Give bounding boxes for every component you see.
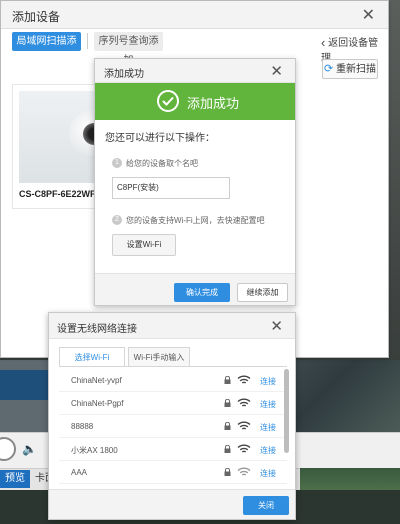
speaker-icon[interactable]: 🔈: [22, 442, 37, 456]
device-name: CS-C8PF-6E22WF: [19, 189, 96, 199]
tab-manual-wifi[interactable]: Wi-Fi手动输入: [128, 347, 190, 367]
step-1-badge: 1: [112, 158, 122, 168]
connect-link[interactable]: 连接: [260, 376, 276, 387]
connect-link[interactable]: 连接: [260, 468, 276, 479]
wifi-ssid: 小米AX 1800: [71, 446, 118, 455]
list-item: ChinaNet-yvpf 连接: [59, 369, 287, 392]
step-1-text: 给您的设备取个名吧: [126, 159, 198, 168]
device-name-input[interactable]: C8PF(安装): [112, 177, 230, 199]
list-item: AAA 连接: [59, 461, 287, 484]
step-2-text: 您的设备支持Wi-Fi上网，去快速配置吧: [126, 216, 265, 225]
lock-icon: [224, 468, 231, 476]
tab-divider: [87, 33, 88, 49]
step-2-badge: 2: [112, 215, 122, 225]
list-item: ChinaNet-Pgpf 连接: [59, 392, 287, 415]
close-icon[interactable]: ✕: [362, 5, 375, 25]
wifi-setup-dialog: 设置无线网络连接 ✕ 选择Wi-Fi Wi-Fi手动输入 ChinaNet-yv…: [48, 312, 296, 520]
close-icon[interactable]: ✕: [270, 317, 283, 335]
check-circle-icon: [157, 90, 179, 112]
wifi-ssid: ChinaNet-yvpf: [71, 376, 122, 385]
device-card[interactable]: CS-C8PF-6E22WF: [12, 84, 119, 209]
dialog-title: 添加成功: [104, 69, 144, 80]
lock-icon: [224, 445, 231, 453]
success-banner: 添加成功: [95, 83, 295, 120]
device-image: [19, 91, 119, 183]
add-success-dialog: 添加成功 ✕ 添加成功 您还可以进行以下操作： 1 给您的设备取个名吧 C8PF…: [94, 58, 296, 306]
wifi-ssid: 88888: [71, 422, 94, 431]
video-thumbnail-overlay: [0, 370, 48, 400]
wifi-signal-icon: [237, 444, 251, 453]
dialog-titlebar: 添加成功 ✕: [95, 59, 295, 83]
wifi-network-list: ChinaNet-yvpf 连接 ChinaNet-Pgpf 连接 88888 …: [59, 369, 287, 485]
tab-lan-scan[interactable]: 局域网扫描添加: [12, 32, 81, 66]
background-tab-preview[interactable]: 预览: [0, 470, 30, 488]
set-wifi-button[interactable]: 设置Wi-Fi: [112, 234, 176, 256]
wifi-ssid: AAA: [71, 468, 88, 477]
wifi-signal-icon: [237, 398, 251, 407]
dialog-titlebar: 设置无线网络连接 ✕: [49, 313, 295, 339]
rescan-button[interactable]: ⟳ 重新扫描: [322, 59, 378, 79]
chevron-left-icon: ‹: [321, 35, 326, 50]
connect-link[interactable]: 连接: [260, 422, 276, 433]
refresh-icon: ⟳: [324, 63, 334, 75]
list-scrollbar[interactable]: [284, 369, 289, 453]
dialog-title: 添加设备: [12, 10, 61, 24]
list-item: 小米AX 1800 连接: [59, 438, 287, 461]
close-button[interactable]: 关闭: [243, 496, 289, 515]
lock-icon: [224, 422, 231, 430]
dialog-titlebar: 添加设备 ✕: [1, 1, 388, 29]
next-steps-hint: 您还可以进行以下操作：: [105, 133, 215, 144]
rescan-label: 重新扫描: [336, 64, 376, 75]
connect-link[interactable]: 连接: [260, 399, 276, 410]
close-icon[interactable]: ✕: [270, 62, 283, 80]
wifi-ssid: ChinaNet-Pgpf: [71, 399, 124, 408]
lock-icon: [224, 376, 231, 384]
lock-icon: [224, 399, 231, 407]
continue-add-button[interactable]: 继续添加: [237, 283, 288, 302]
list-item: 88888 连接: [59, 415, 287, 438]
tab-underline: [59, 366, 287, 367]
wifi-signal-icon: [237, 421, 251, 430]
tab-serial-query[interactable]: 序列号查询添加: [94, 32, 163, 66]
success-message: 添加成功: [187, 96, 240, 111]
wifi-signal-icon: [237, 375, 251, 384]
dialog-footer: 关闭: [49, 489, 295, 519]
connect-link[interactable]: 连接: [260, 445, 276, 456]
confirm-done-button[interactable]: 确认完成: [174, 283, 230, 302]
tab-select-wifi[interactable]: 选择Wi-Fi: [59, 347, 125, 367]
dialog-footer: 确认完成 继续添加: [95, 273, 295, 305]
dialog-title: 设置无线网络连接: [57, 324, 137, 335]
wifi-signal-icon: [237, 467, 251, 476]
